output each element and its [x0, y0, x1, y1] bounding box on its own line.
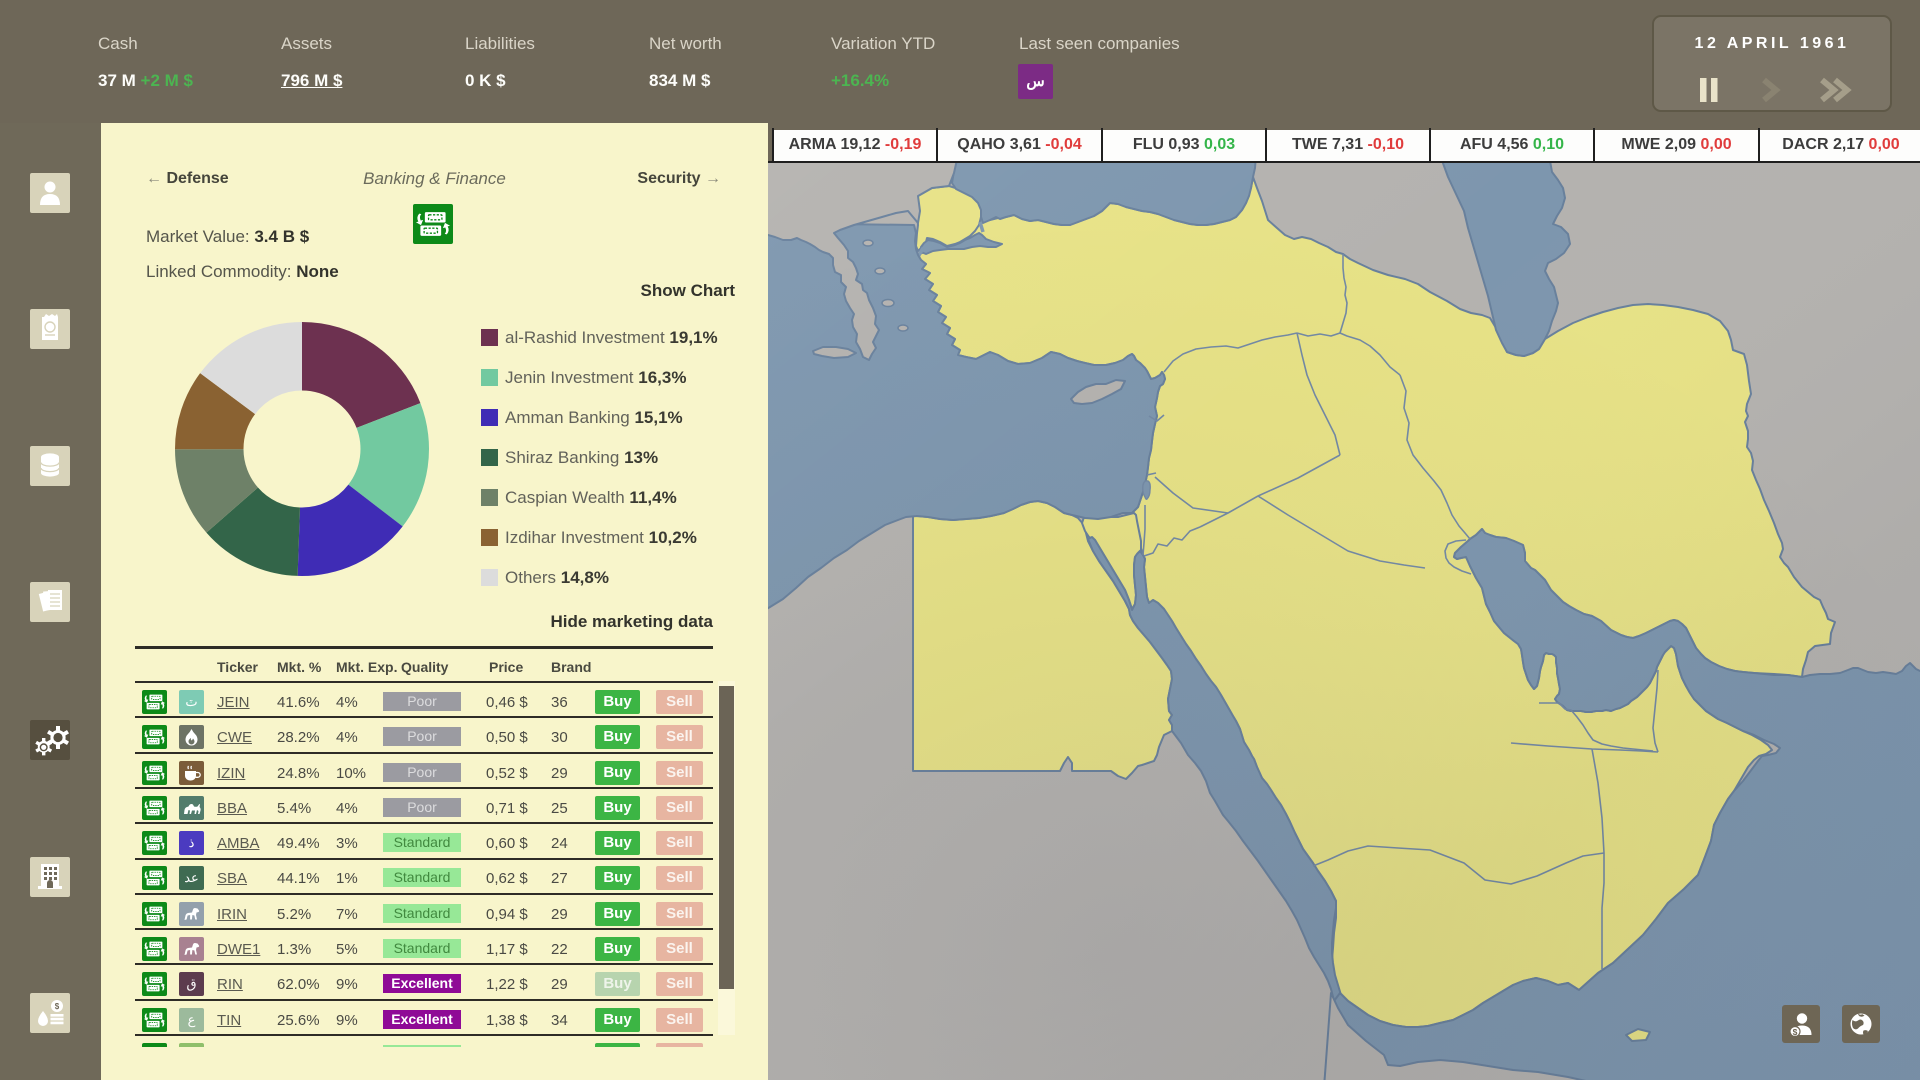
svg-text:$: $: [55, 1002, 60, 1011]
svg-text:$: $: [1793, 1027, 1798, 1037]
